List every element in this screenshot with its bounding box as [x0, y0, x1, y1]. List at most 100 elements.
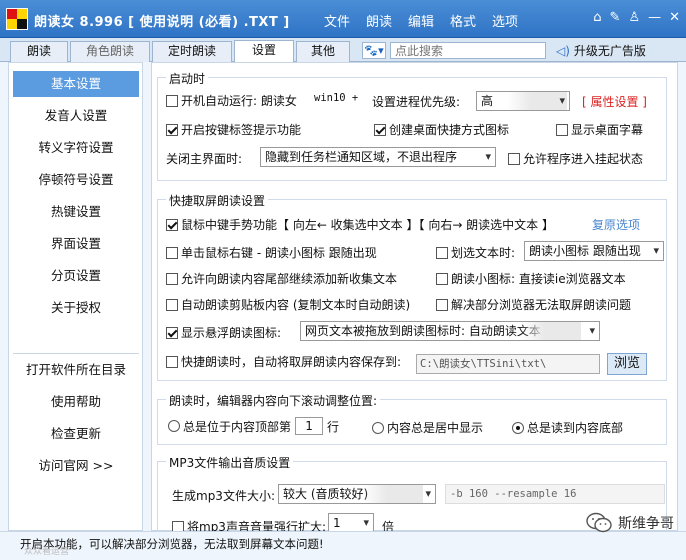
home-icon[interactable]: ⌂ — [593, 10, 601, 25]
checkbox-box[interactable] — [166, 298, 178, 311]
mp3-params-field[interactable]: -b 160 --resample 16 — [445, 484, 665, 504]
close-behavior-select[interactable]: 隐藏到任务栏通知区域，不退出程序 — [260, 147, 496, 167]
menu-edit[interactable]: 编辑 — [400, 11, 442, 30]
checkbox-box[interactable] — [556, 123, 568, 136]
checkbox-box[interactable] — [166, 326, 178, 339]
top-line-input[interactable]: 1 — [295, 417, 324, 435]
checkbox-box[interactable] — [436, 246, 448, 259]
sidebar-item-hotkey[interactable]: 热键设置 — [13, 199, 139, 225]
radio-dot[interactable] — [372, 421, 384, 434]
floating-icon-label: 显示悬浮朗读图标: — [181, 326, 282, 340]
middle-gesture-label: 鼠标中键手势功能【 向左← 收集选中文本 】【 向右→ 朗读选中文本 】 — [181, 218, 554, 232]
startup-title: 启动时 — [166, 70, 209, 87]
menu-format[interactable]: 格式 — [442, 11, 484, 30]
floating-icon-select[interactable]: 网页文本被拖放到朗读图标时: 自动朗读文本 — [300, 321, 600, 341]
amplify-select[interactable]: 1 — [328, 513, 374, 533]
checkbox-box[interactable] — [166, 246, 178, 259]
append-collect-label: 允许向朗读内容尾部继续添加新收集文本 — [181, 272, 398, 286]
sidebar-item-escape[interactable]: 转义字符设置 — [13, 135, 139, 161]
scroll-bottom-label: 总是读到内容底部 — [527, 421, 624, 435]
amplify-value: 1 — [333, 516, 341, 530]
floating-icon-checkbox[interactable]: 显示悬浮朗读图标: — [166, 324, 281, 341]
person-icon[interactable]: ♙ — [628, 10, 640, 25]
menu-read[interactable]: 朗读 — [358, 11, 400, 30]
allow-suspend-label: 允许程序进入挂起状态 — [523, 152, 644, 166]
tab-settings[interactable]: 设置 — [234, 40, 294, 62]
tab-other[interactable]: 其他 — [296, 41, 350, 62]
sidebar-item-pause[interactable]: 停顿符号设置 — [13, 167, 139, 193]
desktop-shortcut-label: 创建桌面快捷方式图标 — [389, 123, 510, 137]
reset-options-link[interactable]: 复原选项 — [592, 216, 640, 233]
tab-read[interactable]: 朗读 — [10, 41, 68, 62]
sidebar-item-website[interactable]: 访问官网 >> — [13, 453, 139, 479]
select-text-label: 划选文本时: — [451, 246, 516, 260]
select-text-checkbox[interactable]: 划选文本时: — [436, 244, 515, 261]
select-text-action-select[interactable]: 朗读小图标 跟随出现 — [524, 241, 664, 261]
floating-icon-value: 网页文本被拖放到朗读图标时: 自动朗读文本 — [305, 324, 541, 338]
clipboard-read-label: 自动朗读剪贴板内容 (复制文本时自动朗读) — [181, 298, 411, 312]
checkbox-box[interactable] — [166, 218, 178, 231]
sidebar-divider — [13, 353, 139, 354]
desktop-shortcut-checkbox[interactable]: 创建桌面快捷方式图标 — [374, 121, 509, 138]
checkbox-box[interactable] — [166, 94, 178, 107]
scroll-group: 朗读时，编辑器内容向下滚动调整位置: 总是位于内容顶部第 1 行 内容总是居中显示 … — [157, 392, 667, 445]
checkbox-box[interactable] — [508, 152, 520, 165]
hotkey-tag-label: 开启按键标签提示功能 — [181, 123, 302, 137]
allow-suspend-checkbox[interactable]: 允许程序进入挂起状态 — [508, 150, 643, 167]
autorun-checkbox[interactable]: 开机自动运行: 朗读女 — [166, 92, 297, 109]
radio-dot[interactable] — [168, 420, 180, 432]
sidebar-item-update[interactable]: 检查更新 — [13, 421, 139, 447]
browser-fix-checkbox[interactable]: 解决部分浏览器无法取屏朗读问题 — [436, 296, 631, 313]
select-fade — [521, 322, 581, 340]
checkbox-box[interactable] — [166, 355, 178, 368]
priority-label: 设置进程优先级: — [372, 95, 461, 109]
upgrade-button[interactable]: ◁) 升级无广告版 — [556, 42, 646, 59]
menu-options[interactable]: 选项 — [484, 11, 526, 30]
priority-select[interactable]: 高 — [476, 91, 570, 111]
sidebar-item-basic[interactable]: 基本设置 — [13, 71, 139, 97]
checkbox-box[interactable] — [436, 272, 448, 285]
desktop-subtitle-checkbox[interactable]: 显示桌面字幕 — [556, 121, 643, 138]
middle-gesture-checkbox[interactable]: 鼠标中键手势功能【 向左← 收集选中文本 】【 向右→ 朗读选中文本 】 — [166, 216, 554, 233]
tab-timed-read[interactable]: 定时朗读 — [152, 41, 232, 62]
mp3-size-select[interactable]: 较大 (音质较好) — [278, 484, 436, 504]
checkbox-box[interactable] — [166, 272, 178, 285]
scroll-bottom-radio[interactable]: 总是读到内容底部 — [512, 419, 623, 436]
speaker-icon: ◁) — [556, 44, 570, 58]
sidebar-item-license[interactable]: 关于授权 — [13, 295, 139, 321]
sidebar-item-open-dir[interactable]: 打开软件所在目录 — [13, 357, 139, 383]
tab-role-read[interactable]: 角色朗读 — [70, 41, 150, 62]
hotkey-tag-checkbox[interactable]: 开启按键标签提示功能 — [166, 121, 301, 138]
mp3-size-label: 生成mp3文件大小: — [172, 489, 275, 503]
small-icon-ie-label: 朗读小图标: 直接读ie浏览器文本 — [451, 272, 626, 286]
clipboard-read-checkbox[interactable]: 自动朗读剪贴板内容 (复制文本时自动朗读) — [166, 296, 410, 313]
checkbox-box[interactable] — [374, 123, 386, 136]
save-to-checkbox[interactable]: 快捷朗读时，自动将取屏朗读内容保存到: — [166, 353, 401, 370]
right-click-checkbox[interactable]: 单击鼠标右键 - 朗读小图标 跟随出现 — [166, 244, 377, 261]
scroll-top-radio[interactable]: 总是位于内容顶部第 1 行 — [168, 417, 339, 435]
sidebar-item-help[interactable]: 使用帮助 — [13, 389, 139, 415]
property-settings-link[interactable]: [ 属性设置 ] — [582, 93, 647, 110]
radio-dot[interactable] — [512, 421, 524, 434]
wrench-icon[interactable]: ✎ — [610, 10, 621, 25]
small-icon-ie-checkbox[interactable]: 朗读小图标: 直接读ie浏览器文本 — [436, 270, 626, 287]
close-icon[interactable]: ✕ — [669, 10, 680, 25]
save-path-field[interactable]: C:\朗读女\TTSini\txt\ — [416, 354, 600, 374]
sidebar-item-ui[interactable]: 界面设置 — [13, 231, 139, 257]
append-collect-checkbox[interactable]: 允许向朗读内容尾部继续添加新收集文本 — [166, 270, 397, 287]
title-icons: ⌂ ✎ ♙ — ✕ — [593, 10, 680, 25]
scroll-center-radio[interactable]: 内容总是居中显示 — [372, 419, 483, 436]
sidebar-item-voice[interactable]: 发音人设置 — [13, 103, 139, 129]
sidebar-item-paging[interactable]: 分页设置 — [13, 263, 139, 289]
browser-fix-label: 解决部分浏览器无法取屏朗读问题 — [451, 298, 632, 312]
search-input[interactable] — [390, 42, 546, 59]
minimize-icon[interactable]: — — [648, 10, 661, 25]
paw-icon[interactable]: 🐾▾ — [362, 42, 386, 59]
checkbox-box[interactable] — [436, 298, 448, 311]
browse-button[interactable]: 浏览 — [607, 353, 647, 375]
menu-file[interactable]: 文件 — [316, 11, 358, 30]
mp3-size-value: 较大 (音质较好) — [283, 487, 369, 501]
close-behavior-value: 隐藏到任务栏通知区域，不退出程序 — [265, 150, 458, 164]
select-fade — [363, 485, 423, 503]
checkbox-box[interactable] — [166, 123, 178, 136]
